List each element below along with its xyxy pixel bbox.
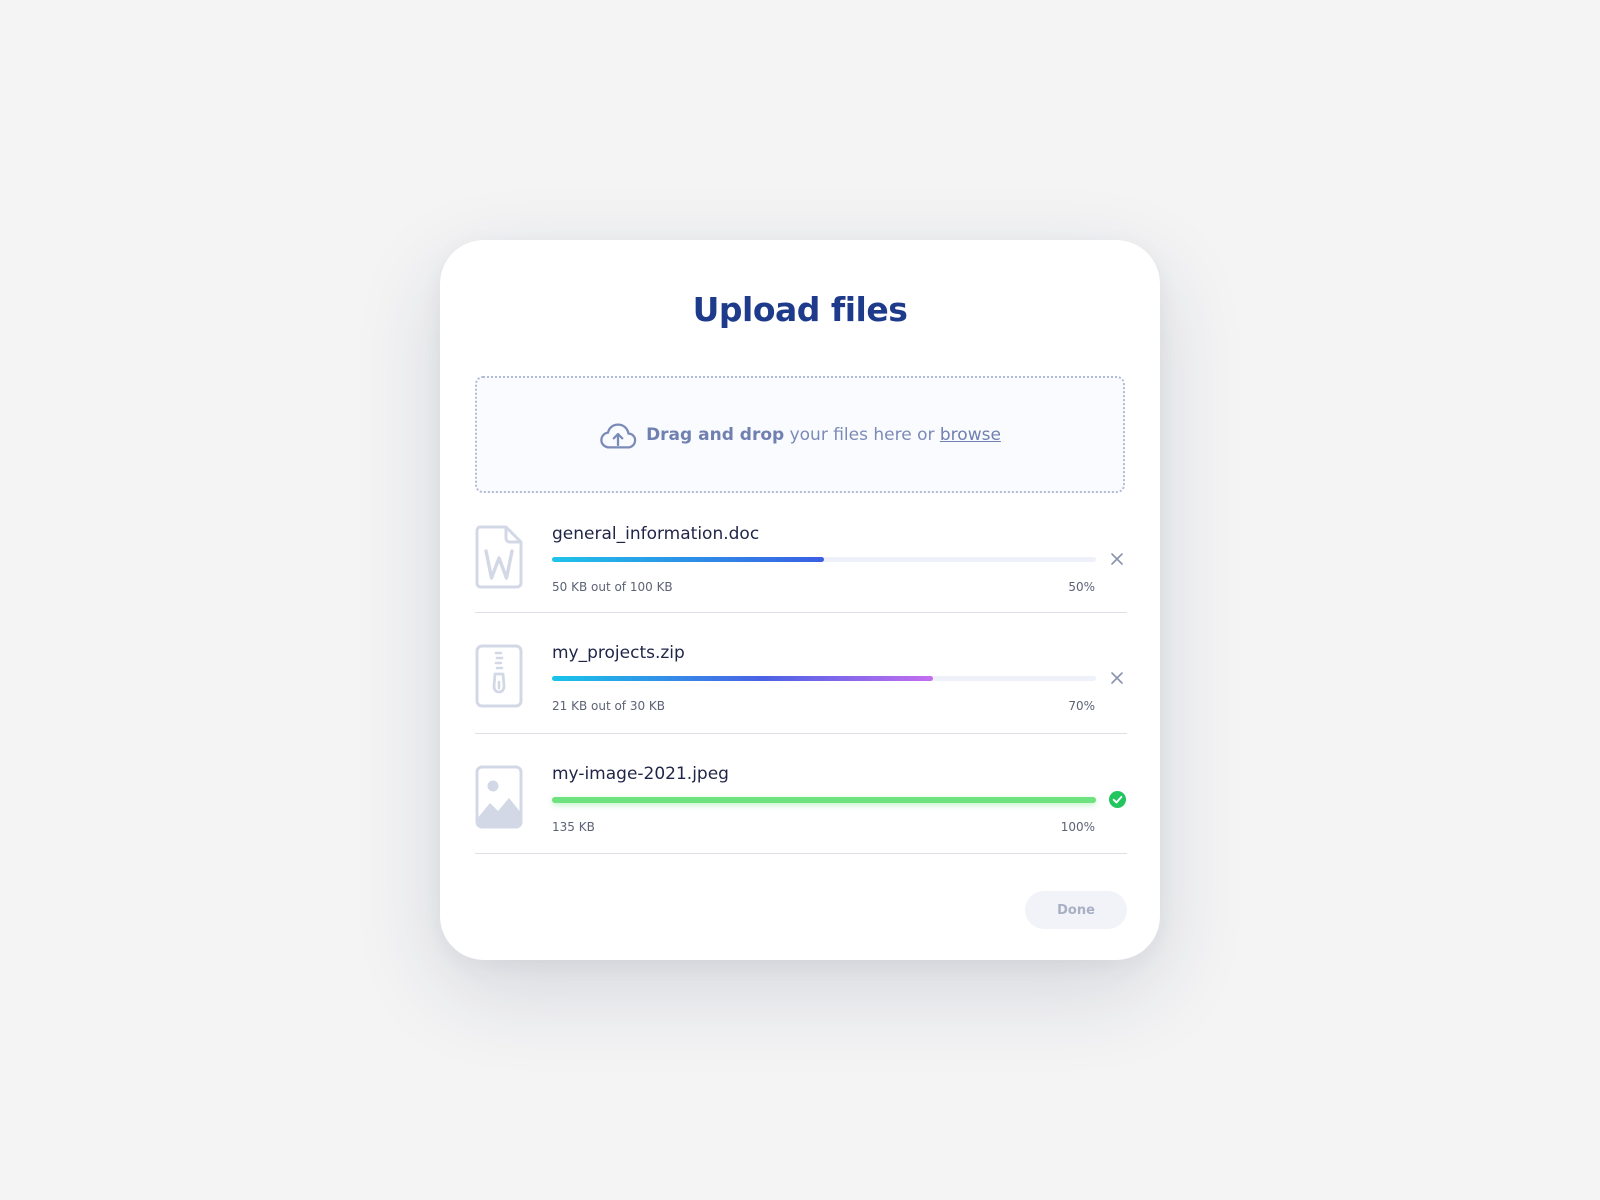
file-size: 135 KB (552, 820, 595, 834)
upload-files-modal: Upload files Drag and drop your files he… (440, 240, 1160, 960)
dropzone-middle-text: your files here or (789, 424, 935, 445)
check-circle-icon (1108, 790, 1126, 808)
upload-complete-indicator (1107, 789, 1127, 809)
progress-track (552, 676, 1096, 681)
progress-percent: 100% (1060, 820, 1095, 834)
progress-percent: 70% (1068, 699, 1095, 713)
file-item: general_information.doc 50 KB out of 100… (475, 493, 1127, 613)
cloud-upload-icon (600, 422, 637, 449)
done-button[interactable]: Done (1025, 891, 1127, 929)
progress-fill (552, 557, 824, 562)
progress-percent: 50% (1068, 580, 1095, 594)
progress-track (552, 557, 1096, 562)
close-icon (1111, 553, 1123, 565)
close-icon (1111, 672, 1123, 684)
progress-track (552, 797, 1096, 803)
progress-fill (552, 797, 1096, 803)
file-size: 50 KB out of 100 KB (552, 580, 673, 594)
image-file-icon (475, 765, 523, 829)
modal-title: Upload files (692, 290, 908, 329)
dropzone-strong-text: Drag and drop (646, 424, 785, 445)
file-item: my_projects.zip 21 KB out of 30 KB 70% (475, 613, 1127, 734)
dropzone-text: Drag and drop your files here or browse (646, 425, 1001, 445)
file-size: 21 KB out of 30 KB (552, 699, 666, 713)
zip-archive-icon (475, 644, 523, 708)
progress-fill (552, 676, 933, 681)
remove-file-button[interactable] (1107, 549, 1127, 569)
file-name: general_information.doc (552, 524, 760, 544)
file-item: my-image-2021.jpeg 135 KB 100% (475, 734, 1127, 854)
browse-link[interactable]: browse (940, 425, 1001, 445)
file-name: my-image-2021.jpeg (552, 764, 729, 784)
word-document-icon (475, 525, 523, 589)
remove-file-button[interactable] (1107, 668, 1127, 688)
file-list: general_information.doc 50 KB out of 100… (475, 493, 1127, 854)
file-dropzone[interactable]: Drag and drop your files here or browse (475, 376, 1125, 493)
file-name: my_projects.zip (552, 643, 685, 663)
